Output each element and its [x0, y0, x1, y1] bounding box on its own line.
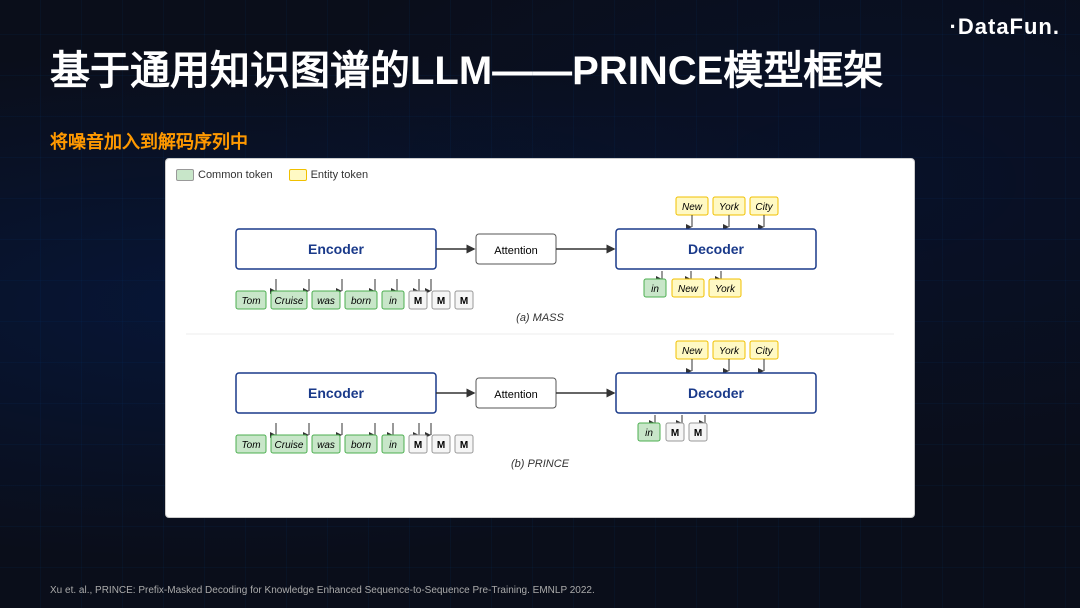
svg-text:M: M	[694, 428, 702, 439]
logo: ·DataFun.	[950, 14, 1060, 40]
svg-text:Attention: Attention	[494, 389, 537, 401]
main-title: 基于通用知识图谱的LLM——PRINCE模型框架	[50, 38, 883, 96]
svg-text:York: York	[719, 346, 740, 357]
svg-text:Attention: Attention	[494, 245, 537, 257]
svg-text:was: was	[317, 440, 335, 451]
svg-text:Cruise: Cruise	[275, 296, 304, 307]
legend-common-label: Common token	[198, 169, 273, 181]
svg-text:York: York	[719, 202, 740, 213]
svg-text:Tom: Tom	[241, 296, 260, 307]
svg-text:Cruise: Cruise	[275, 440, 304, 451]
svg-text:Tom: Tom	[241, 440, 260, 451]
svg-text:City: City	[755, 202, 773, 213]
svg-text:York: York	[715, 284, 736, 295]
svg-text:born: born	[351, 296, 371, 307]
svg-text:M: M	[437, 440, 445, 451]
svg-text:Decoder: Decoder	[688, 385, 745, 401]
svg-text:M: M	[671, 428, 679, 439]
svg-text:New: New	[678, 284, 699, 295]
svg-text:M: M	[437, 296, 445, 307]
svg-text:City: City	[755, 346, 773, 357]
diagram-container: Common token Entity token New York City …	[165, 158, 915, 518]
svg-text:Encoder: Encoder	[308, 241, 365, 257]
svg-text:New: New	[682, 202, 703, 213]
svg-text:born: born	[351, 440, 371, 451]
svg-text:New: New	[682, 346, 703, 357]
svg-text:in: in	[645, 428, 653, 439]
svg-text:(a) MASS: (a) MASS	[516, 312, 564, 324]
svg-text:M: M	[414, 296, 422, 307]
svg-text:Decoder: Decoder	[688, 241, 745, 257]
reference: Xu et. al., PRINCE: Prefix-Masked Decodi…	[50, 585, 595, 596]
subtitle: 将噪音加入到解码序列中	[50, 128, 248, 154]
svg-text:in: in	[651, 284, 659, 295]
svg-text:M: M	[414, 440, 422, 451]
svg-text:M: M	[460, 440, 468, 451]
svg-text:was: was	[317, 296, 335, 307]
svg-text:in: in	[389, 296, 397, 307]
svg-text:in: in	[389, 440, 397, 451]
svg-text:(b) PRINCE: (b) PRINCE	[511, 458, 570, 470]
legend-entity-label: Entity token	[311, 169, 368, 181]
svg-text:M: M	[460, 296, 468, 307]
legend: Common token Entity token	[176, 169, 904, 181]
svg-text:Encoder: Encoder	[308, 385, 365, 401]
